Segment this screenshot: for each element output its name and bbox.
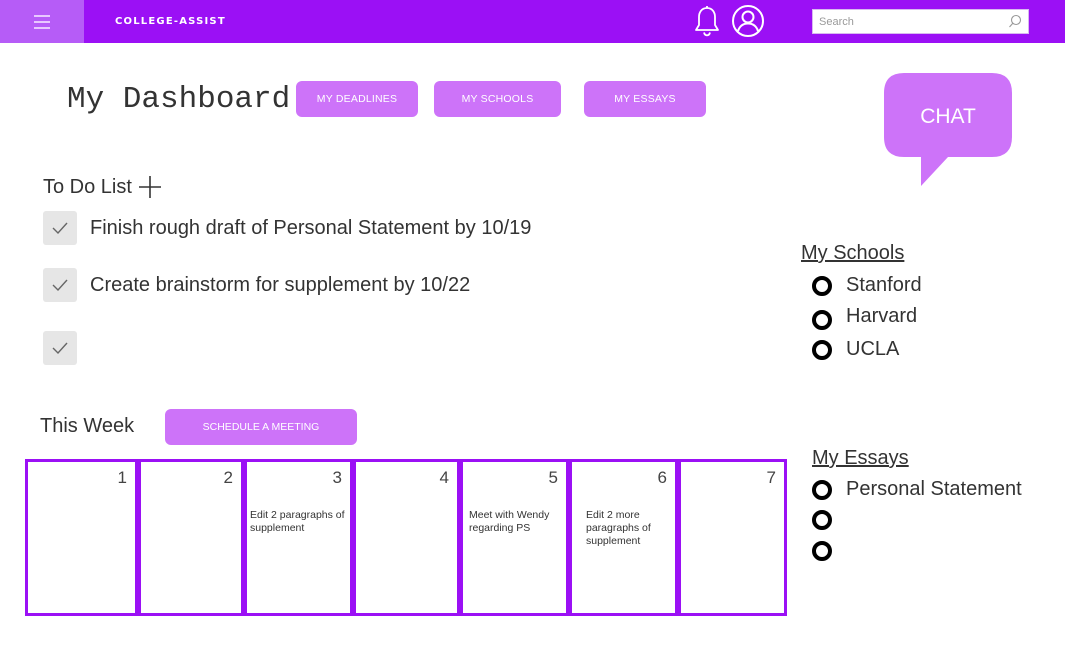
search-input[interactable] (813, 10, 1003, 33)
day-number: 1 (117, 468, 127, 487)
school-item[interactable]: Stanford (812, 274, 922, 297)
day-cell[interactable]: 7 (678, 459, 787, 616)
my-essays-title[interactable]: My Essays (812, 447, 909, 470)
this-week-title: This Week (40, 415, 135, 437)
day-number: 3 (332, 468, 342, 487)
day-cell[interactable]: 1 (25, 459, 138, 616)
school-item[interactable]: UCLA (812, 338, 899, 361)
essay-name: Personal Statement (846, 478, 1022, 500)
school-name: UCLA (846, 338, 900, 360)
todo-header: To Do List (43, 175, 162, 199)
my-schools-title[interactable]: My Schools (801, 242, 904, 265)
search-bar (812, 9, 1029, 34)
circle-bullet-icon (812, 275, 832, 296)
todo-checkbox[interactable] (43, 331, 77, 365)
todo-item: Create brainstorm for supplement by 10/2… (43, 268, 470, 302)
todo-item: Finish rough draft of Personal Statement… (43, 211, 531, 245)
my-deadlines-button[interactable]: MY DEADLINES (296, 81, 418, 117)
todo-checkbox[interactable] (43, 268, 77, 302)
check-icon (52, 342, 68, 354)
school-item[interactable]: Harvard (812, 302, 917, 330)
circle-bullet-icon (812, 339, 832, 360)
schedule-meeting-button[interactable]: SCHEDULE A MEETING (165, 409, 357, 445)
chat-label[interactable]: CHAT (884, 105, 1012, 129)
todo-title: To Do List (43, 175, 132, 198)
week-calendar: 1 2 3 Edit 2 paragraphs of supplement 4 … (25, 459, 787, 616)
day-number: 5 (548, 468, 558, 487)
todo-text: Create brainstorm for supplement by 10/2… (90, 273, 471, 296)
day-number: 6 (657, 468, 667, 487)
circle-bullet-icon (812, 510, 832, 530)
check-icon (52, 279, 68, 291)
day-cell[interactable]: 4 (353, 459, 460, 616)
plus-icon[interactable] (138, 175, 162, 199)
todo-checkbox[interactable] (43, 211, 77, 245)
day-number: 2 (223, 468, 233, 487)
menu-button[interactable] (0, 0, 84, 43)
todo-text: Finish rough draft of Personal Statement… (90, 216, 532, 239)
day-number: 7 (766, 468, 776, 487)
day-note: Edit 2 more paragraphs of supplement (586, 509, 651, 547)
day-note: Meet with Wendy regarding PS (469, 509, 550, 534)
page-title: My Dashboard (67, 82, 291, 117)
school-name: Stanford (846, 274, 922, 296)
circle-bullet-icon (812, 479, 832, 500)
top-bar: COLLEGE-ASSIST (0, 0, 1065, 43)
day-note: Edit 2 paragraphs of supplement (250, 509, 345, 534)
circle-bullet-icon (812, 541, 832, 561)
day-cell[interactable]: 2 (138, 459, 244, 616)
day-number: 4 (439, 468, 449, 487)
essay-item[interactable] (812, 510, 846, 530)
school-name: Harvard (846, 304, 918, 327)
my-schools-button[interactable]: MY SCHOOLS (434, 81, 561, 117)
day-cell[interactable]: 6 Edit 2 more paragraphs of supplement (569, 459, 678, 616)
menu-icon (34, 13, 50, 31)
essay-item[interactable]: Personal Statement (812, 478, 1022, 501)
day-cell[interactable]: 5 Meet with Wendy regarding PS (460, 459, 569, 616)
app-brand: COLLEGE-ASSIST (115, 16, 226, 27)
circle-bullet-icon (812, 310, 832, 330)
bell-icon[interactable] (693, 5, 721, 37)
essay-item[interactable] (812, 541, 846, 561)
todo-item (43, 331, 90, 365)
chat-bubble-icon[interactable] (884, 73, 1012, 186)
my-essays-button[interactable]: MY ESSAYS (584, 81, 706, 117)
day-cell[interactable]: 3 Edit 2 paragraphs of supplement (244, 459, 353, 616)
check-icon (52, 222, 68, 234)
search-icon[interactable] (1008, 14, 1022, 29)
profile-icon[interactable] (731, 4, 765, 38)
